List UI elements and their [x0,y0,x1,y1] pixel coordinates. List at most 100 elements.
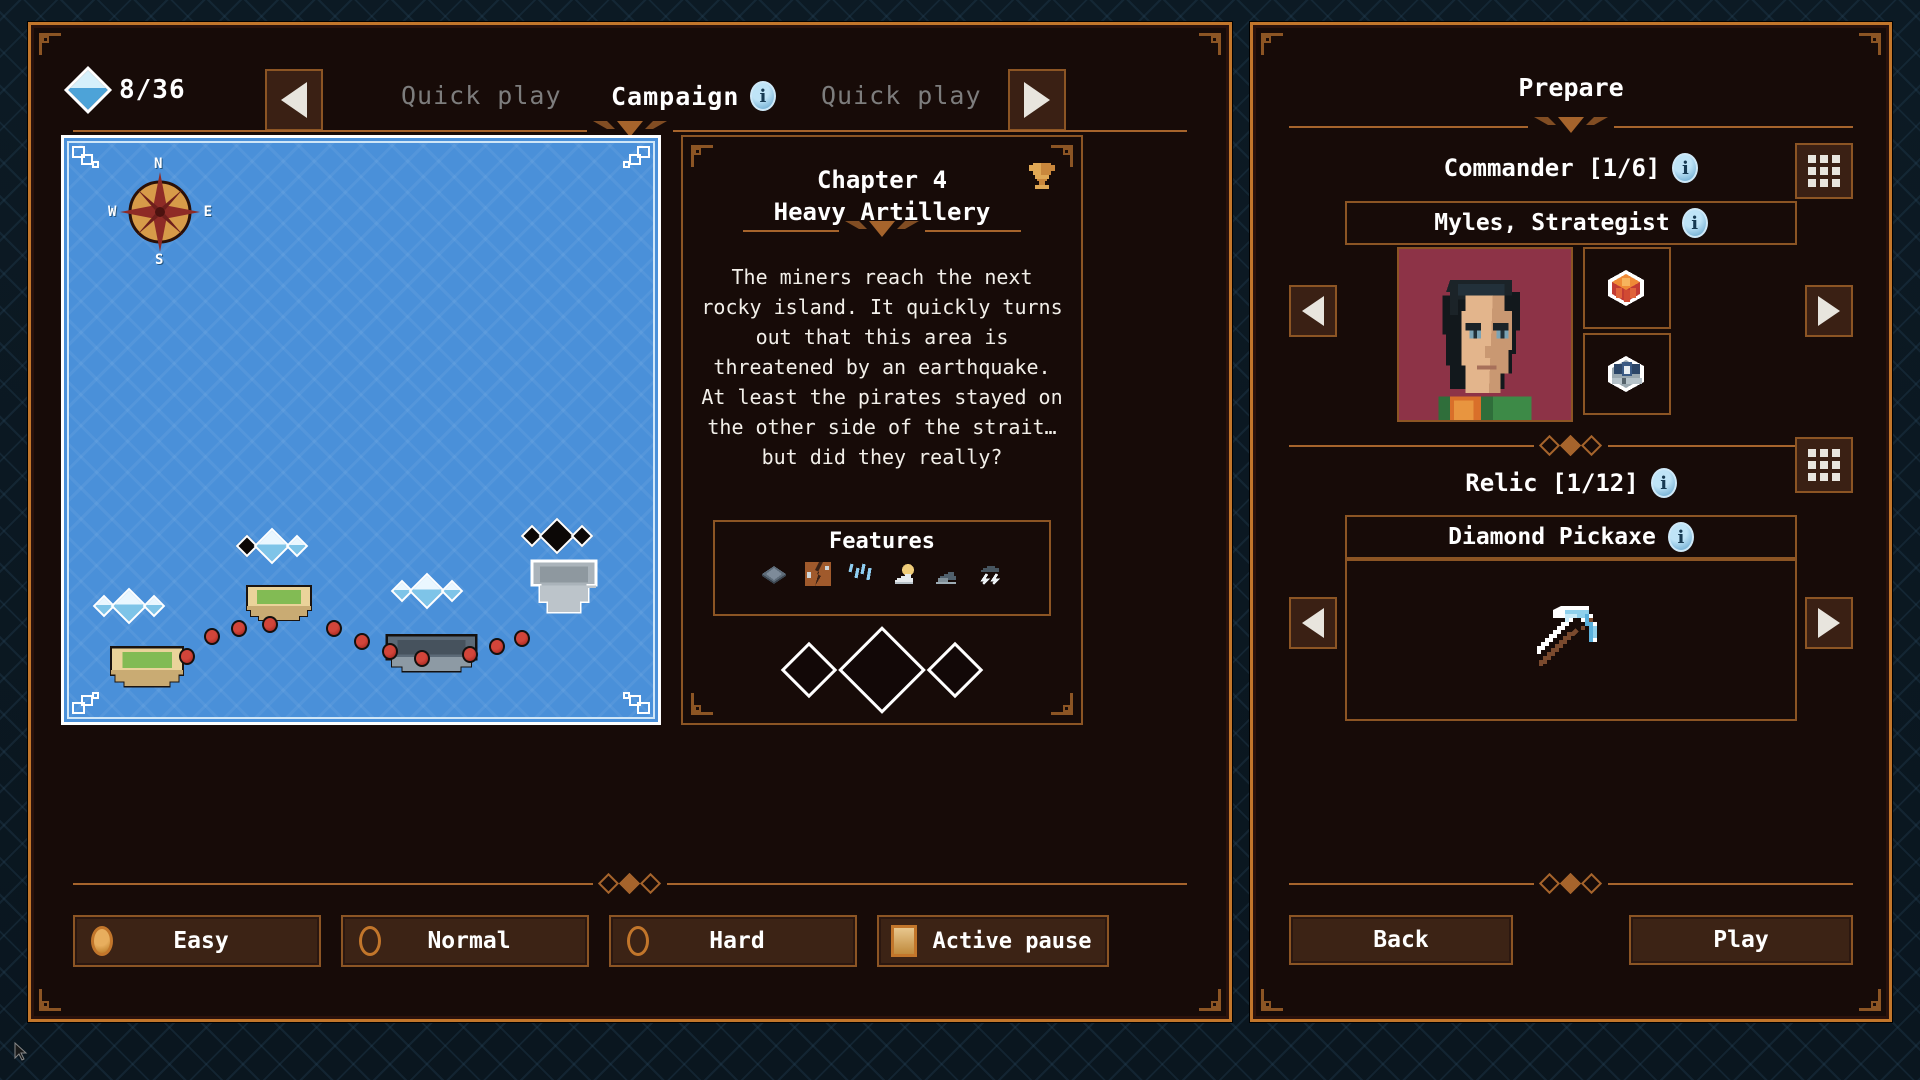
next-arrow-icon [1818,608,1840,638]
map-path-node[interactable] [262,616,278,633]
difficulty-selector: Easy Normal Hard Active pause [73,915,1109,967]
relic-name-bar: Diamond Pickaxe i [1345,515,1797,559]
bottom-divider [73,872,1187,895]
commander-name-bar: Myles, Strategist i [1345,201,1797,245]
relic-info-icon[interactable]: i [1650,468,1677,498]
features-icon-list [715,560,1049,588]
tab-quick-play-right[interactable]: Quick play [821,81,982,110]
relic-name: Diamond Pickaxe [1448,524,1656,550]
map-path-node[interactable] [231,620,247,637]
rating-diamond [440,579,464,603]
difficulty-label: Normal [427,928,511,954]
compass-rose: N S W E [108,156,212,268]
campaign-info-icon[interactable]: i [750,81,777,111]
map-path-node[interactable] [179,648,195,665]
reward-diamond-small [926,641,984,699]
next-arrow-icon [1024,82,1050,118]
gem-counter: 8/36 [63,65,186,115]
divider-ornament [839,221,925,241]
earthquake-icon [803,560,833,588]
relic-preview-box[interactable] [1345,559,1797,721]
sand-island-1[interactable] [102,638,192,693]
grid-icon [1808,155,1840,187]
island-rating [235,527,309,565]
frame-corner-dot [694,705,701,712]
commander-prev-button[interactable] [1289,285,1337,337]
cloud-icon [932,560,962,588]
play-button[interactable]: Play [1629,915,1853,965]
sun-cloud-icon [889,560,919,588]
chapter-number: Chapter 4 [816,166,948,194]
sand-island-2[interactable] [239,578,319,626]
tab-campaign[interactable]: Campaign i [611,81,777,111]
map-corner-mark [72,692,99,714]
rock-platform-icon [760,560,790,588]
divider-ornament [1534,434,1608,457]
frame-corner-dot [1264,36,1271,43]
commander-ability-slot-1[interactable] [1583,247,1671,329]
island-rating [390,572,464,610]
rain-icon [846,560,876,588]
map-path-node[interactable] [514,630,530,647]
tab-quick-play-left[interactable]: Quick play [401,81,562,110]
difficulty-option-easy[interactable]: Easy [73,915,321,967]
frame-corner-dot [694,148,701,155]
rating-diamond [285,534,309,558]
frame-corner-dot [1063,148,1070,155]
active-pause-toggle[interactable]: Active pause [877,915,1109,967]
diamond-pickaxe-icon [1537,606,1597,666]
commander-name: Myles, Strategist [1434,210,1670,236]
top-navigation: 8/36 Quick play Campaign i Quick play [31,25,1229,137]
frame-corner-dot [1211,1001,1218,1008]
map-path-node[interactable] [489,638,505,655]
map-path-node[interactable] [382,643,398,660]
features-box: Features [713,520,1051,616]
relic-prev-button[interactable] [1289,597,1337,649]
divider-ornament [1534,872,1608,895]
difficulty-option-hard[interactable]: Hard [609,915,857,967]
map-path-node[interactable] [354,633,370,650]
chapter-description: The miners reach the next rocky island. … [701,265,1063,470]
frame-corner-dot [1264,1001,1271,1008]
reward-diamond-large [838,626,926,714]
divider-ornament [1528,117,1614,137]
commander-ability-slot-2[interactable] [1583,333,1671,415]
map-path-node[interactable] [462,646,478,663]
prepare-title: Prepare [1518,73,1624,102]
prev-arrow-icon [281,82,307,118]
prev-arrow-icon [1302,296,1324,326]
rock-island-2[interactable] [524,553,604,623]
relic-grid-button[interactable] [1795,437,1853,493]
commander-relic-divider [1289,434,1853,457]
map-path-node[interactable] [414,650,430,667]
frame-corner-dot [1871,36,1878,43]
map-corner-mark [72,146,99,168]
difficulty-option-normal[interactable]: Normal [341,915,589,967]
campaign-map[interactable]: N S W E [61,135,661,725]
commander-heading-label: Commander [1/6] [1443,154,1661,182]
reward-diamond-small [780,641,838,699]
island-rating [92,587,166,625]
prev-arrow-icon [1302,608,1324,638]
active-pause-label: Active pause [932,928,1092,954]
radio-icon [359,926,381,956]
actions-divider [1289,872,1853,895]
relic-name-info-icon[interactable]: i [1667,522,1694,552]
difficulty-label: Hard [709,928,765,954]
relic-heading: Relic [1/12] i [1253,468,1889,498]
commander-info-icon[interactable]: i [1672,153,1699,183]
relic-next-button[interactable] [1805,597,1853,649]
divider-ornament [593,872,667,895]
island-rating [520,517,594,555]
next-arrow-icon [1818,296,1840,326]
commander-grid-button[interactable] [1795,143,1853,199]
back-button[interactable]: Back [1289,915,1513,965]
gem-count-label: 8/36 [119,75,186,105]
commander-name-info-icon[interactable]: i [1681,208,1708,238]
commander-next-button[interactable] [1805,285,1853,337]
difficulty-label: Easy [173,928,229,954]
commander-portrait [1397,247,1573,422]
map-path-node[interactable] [204,628,220,645]
map-path-node[interactable] [326,620,342,637]
grid-icon [1808,449,1840,481]
